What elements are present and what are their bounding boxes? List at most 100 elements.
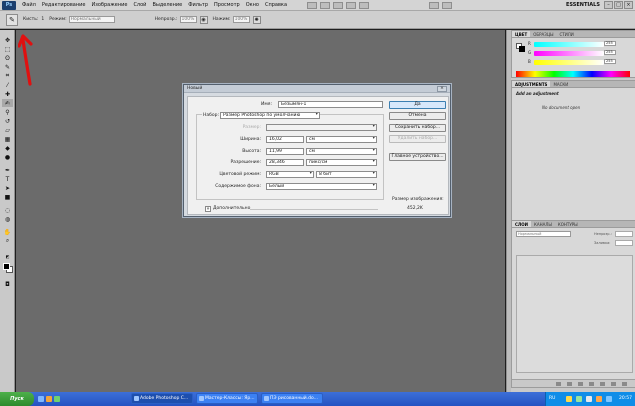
bridge-icon[interactable] xyxy=(307,1,318,9)
save-preset-button[interactable]: Сохранить набор... xyxy=(389,124,446,132)
zoom-tool-icon[interactable]: ⌕ xyxy=(2,237,13,245)
menu-file[interactable]: Файл xyxy=(22,2,36,8)
tab-masks[interactable]: МАСКИ xyxy=(550,81,571,87)
layer-style-icon[interactable] xyxy=(567,382,572,386)
layer-mask-icon[interactable] xyxy=(578,382,583,386)
history-brush-tool-icon[interactable]: ↺ xyxy=(2,117,13,125)
marquee-tool-icon[interactable]: ⬚ xyxy=(2,45,13,53)
height-unit-select[interactable]: см xyxy=(306,148,377,155)
foreground-color-swatch[interactable] xyxy=(3,263,10,270)
advanced-toggle[interactable]: » xyxy=(205,206,211,212)
pen-tool-icon[interactable]: ✒ xyxy=(2,166,13,174)
width-unit-select[interactable]: см xyxy=(306,136,377,143)
blue-slider[interactable] xyxy=(534,60,604,65)
3d-orbit-tool-icon[interactable]: ◍ xyxy=(2,215,13,223)
delete-preset-button[interactable]: Удалить набор... xyxy=(389,135,446,143)
menu-edit[interactable]: Редактирование xyxy=(42,2,86,8)
default-colors-icon[interactable]: ◩ xyxy=(2,252,13,260)
screen-mode-icon[interactable] xyxy=(442,1,453,9)
3d-rotate-tool-icon[interactable]: ◌ xyxy=(2,206,13,214)
size-select[interactable] xyxy=(266,124,377,131)
task-document[interactable]: ПЭ рисованный.do... xyxy=(261,393,323,404)
dialog-close-icon[interactable]: × xyxy=(437,86,447,92)
red-value[interactable]: 255 xyxy=(604,41,616,46)
gradient-tool-icon[interactable]: ▦ xyxy=(2,135,13,143)
quick-select-tool-icon[interactable]: ✎ xyxy=(2,63,13,71)
tab-layers[interactable]: СЛОИ xyxy=(512,221,532,227)
opacity-field[interactable]: 100% xyxy=(179,16,197,23)
resolution-input[interactable]: 28,346 xyxy=(266,159,304,166)
mini-bridge-icon[interactable] xyxy=(320,1,331,9)
name-input[interactable]: Безымян-1 xyxy=(278,101,383,108)
menu-layer[interactable]: Слой xyxy=(133,2,146,8)
rotate-view-icon[interactable] xyxy=(359,1,370,9)
preset-select[interactable]: Размер Photoshop по умолчанию xyxy=(220,112,320,119)
minimize-icon[interactable]: – xyxy=(604,1,613,9)
airbrush-icon[interactable]: ✺ xyxy=(252,15,261,24)
green-slider[interactable] xyxy=(534,51,604,56)
tab-channels[interactable]: КАНАЛЫ xyxy=(531,221,555,227)
layer-fill-field[interactable] xyxy=(615,240,633,246)
background-select[interactable]: Белый xyxy=(266,183,377,190)
tab-color[interactable]: ЦВЕТ xyxy=(512,31,531,37)
shape-tool-icon[interactable]: ■ xyxy=(2,193,13,201)
maximize-icon[interactable]: □ xyxy=(614,1,623,9)
cancel-button[interactable]: Отмена xyxy=(389,112,446,120)
tab-swatches[interactable]: ОБРАЗЦЫ xyxy=(530,31,556,37)
colormode-select[interactable]: RGB xyxy=(266,171,314,178)
tray-icon-1[interactable] xyxy=(566,396,572,402)
language-indicator[interactable]: RU xyxy=(549,396,555,401)
group-layers-icon[interactable] xyxy=(600,382,605,386)
menu-select[interactable]: Выделение xyxy=(152,2,182,8)
clone-stamp-tool-icon[interactable]: ⚲ xyxy=(2,108,13,116)
close-icon[interactable]: × xyxy=(624,1,633,9)
tray-icon-2[interactable] xyxy=(576,396,582,402)
eraser-tool-icon[interactable]: ▱ xyxy=(2,126,13,134)
tray-icon-4[interactable] xyxy=(596,396,602,402)
layer-opacity-field[interactable] xyxy=(615,231,633,237)
zoom-level-icon[interactable] xyxy=(333,1,344,9)
show-desktop-icon[interactable] xyxy=(38,396,44,402)
resolution-unit-select[interactable]: пикс/см xyxy=(306,159,377,166)
dodge-tool-icon[interactable]: ● xyxy=(2,153,13,161)
brush-tool-icon[interactable]: ✍ xyxy=(2,99,13,107)
menu-view[interactable]: Просмотр xyxy=(214,2,240,8)
delete-layer-icon[interactable] xyxy=(622,382,627,386)
color-spectrum-bar[interactable] xyxy=(516,71,630,77)
blur-tool-icon[interactable]: ◆ xyxy=(2,144,13,152)
tab-adjustments[interactable]: ADJUSTMENTS xyxy=(512,81,551,87)
type-tool-icon[interactable]: T xyxy=(2,175,13,183)
start-button[interactable]: Пуск xyxy=(0,392,34,406)
brush-size[interactable]: 1 xyxy=(41,17,44,22)
height-input[interactable]: 11,99 xyxy=(266,148,304,155)
media-icon[interactable] xyxy=(54,396,60,402)
green-value[interactable]: 255 xyxy=(604,50,616,55)
path-selection-tool-icon[interactable]: ➤ xyxy=(2,184,13,192)
link-layers-icon[interactable] xyxy=(556,382,561,386)
move-tool-icon[interactable]: ✥ xyxy=(2,36,13,44)
tablet-pressure-icon[interactable]: ◉ xyxy=(199,15,208,24)
flow-field[interactable]: 100% xyxy=(232,16,250,23)
crop-tool-icon[interactable]: ⌗ xyxy=(2,72,13,80)
tab-paths[interactable]: КОНТУРЫ xyxy=(555,221,581,227)
brush-tool-preset-icon[interactable]: ✎ xyxy=(6,13,18,26)
red-slider[interactable] xyxy=(534,42,604,47)
menu-filter[interactable]: Фильтр xyxy=(188,2,208,8)
color-background-swatch[interactable] xyxy=(519,46,525,52)
task-browser[interactable]: Мастер-Классы: Яр... xyxy=(196,393,258,404)
browser-icon[interactable] xyxy=(46,396,52,402)
healing-brush-tool-icon[interactable]: ✚ xyxy=(2,90,13,98)
hand-tool-icon[interactable] xyxy=(346,1,357,9)
menu-window[interactable]: Окно xyxy=(246,2,259,8)
menu-image[interactable]: Изображение xyxy=(91,2,127,8)
arrange-documents-icon[interactable] xyxy=(429,1,440,9)
width-input[interactable]: 16,02 xyxy=(266,136,304,143)
lasso-tool-icon[interactable]: ʘ xyxy=(2,54,13,62)
ok-button[interactable]: Да xyxy=(389,101,446,109)
hand-tool-icon[interactable]: ✋ xyxy=(2,228,13,236)
advanced-label[interactable]: Дополнительно xyxy=(213,206,250,211)
new-layer-icon[interactable] xyxy=(611,382,616,386)
tray-icon-5[interactable] xyxy=(606,396,612,402)
adjustment-layer-icon[interactable] xyxy=(589,382,594,386)
quick-mask-icon[interactable]: ◘ xyxy=(2,280,13,288)
